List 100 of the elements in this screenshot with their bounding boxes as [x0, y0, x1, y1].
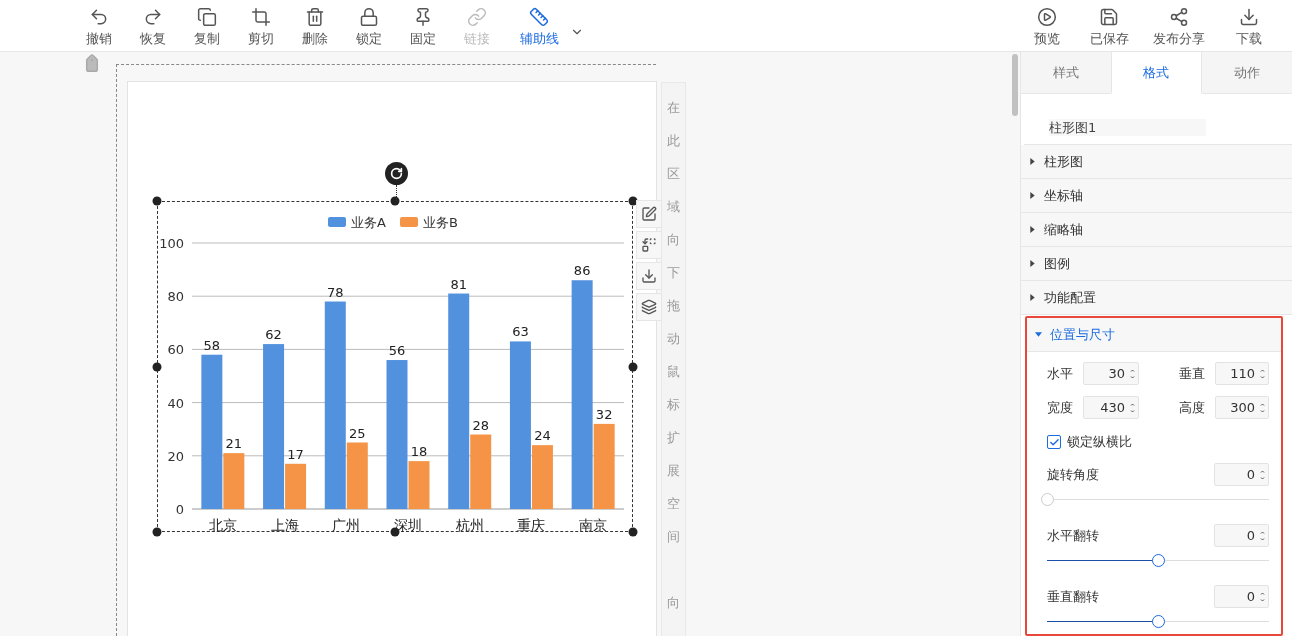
toolbar-button[interactable]: 锁定 — [342, 3, 396, 48]
play-icon — [1037, 7, 1057, 27]
save-icon — [1099, 7, 1119, 27]
field-label: 垂直 — [1179, 364, 1206, 383]
side-button[interactable] — [636, 293, 662, 321]
section-header[interactable]: 位置与尺寸 — [1027, 318, 1281, 352]
section-header[interactable]: 功能配置 — [1021, 281, 1292, 315]
number-field[interactable]: 0 — [1214, 524, 1269, 547]
download-icon — [1239, 7, 1259, 27]
data-label: 18 — [410, 444, 428, 460]
resize-handle[interactable] — [390, 196, 400, 206]
checkbox[interactable] — [1047, 435, 1061, 449]
tab[interactable]: 动作 — [1201, 52, 1292, 94]
slider-label: 水平翻转 — [1047, 526, 1099, 545]
field-label: 水平 — [1047, 364, 1074, 383]
scrollbar-thumb[interactable] — [1012, 54, 1018, 116]
link-icon — [467, 7, 487, 27]
hint-text: 向 — [667, 594, 680, 612]
legend-label: 业务B — [423, 215, 458, 230]
share-icon — [1169, 7, 1189, 27]
edit-icon — [641, 206, 657, 222]
checkbox-label: 锁定纵横比 — [1067, 433, 1132, 451]
spinner-icon — [1130, 401, 1135, 414]
triangle-icon — [1029, 294, 1036, 301]
axis-label: 北京 — [208, 517, 237, 532]
legend-label: 业务A — [351, 215, 386, 230]
toolbar-button[interactable]: 下载 — [1218, 3, 1280, 48]
trash-icon — [305, 7, 325, 27]
lock-icon — [359, 7, 379, 27]
resize-handle[interactable] — [628, 362, 638, 371]
number-field[interactable]: 0 — [1214, 585, 1269, 608]
axis-label: 重庆 — [517, 517, 546, 532]
axis-label: 南京 — [579, 517, 608, 532]
triangle-icon — [1029, 192, 1036, 199]
section-header[interactable]: 坐标轴 — [1021, 179, 1292, 213]
triangle-icon — [1029, 260, 1036, 267]
spinner-icon — [1260, 468, 1265, 481]
resize-handle[interactable] — [628, 196, 638, 206]
field-label: 高度 — [1179, 398, 1206, 417]
layers-icon — [641, 299, 657, 315]
resize-handle[interactable] — [152, 362, 162, 371]
data-label: 63 — [512, 324, 529, 340]
name-field[interactable]: 柱形图1 — [1049, 119, 1206, 136]
toolbar-button[interactable]: 已保存 — [1078, 3, 1140, 48]
axis-label: 60 — [167, 342, 184, 358]
number-field[interactable]: 30 — [1083, 362, 1139, 385]
toolbar-button[interactable]: 辅助线 — [504, 3, 574, 48]
field-label: 宽度 — [1047, 398, 1074, 417]
spinner-icon — [1260, 529, 1265, 542]
resize-handle[interactable] — [628, 527, 638, 537]
axis-label: 0 — [175, 502, 184, 517]
number-field[interactable]: 430 — [1083, 396, 1139, 419]
replace-icon — [641, 237, 657, 253]
toolbar-button[interactable]: 预览 — [1016, 3, 1078, 48]
spinner-icon — [1260, 367, 1265, 380]
axis-label: 20 — [167, 448, 184, 464]
side-button[interactable] — [636, 200, 662, 228]
ruler-icon — [529, 7, 549, 27]
data-label: 28 — [472, 417, 489, 433]
copy-icon — [197, 7, 217, 27]
resize-handle[interactable] — [152, 527, 162, 537]
toolbar-button[interactable]: 删除 — [288, 3, 342, 48]
spinner-icon — [1260, 590, 1265, 603]
data-label: 21 — [225, 436, 243, 452]
data-label: 17 — [287, 446, 304, 462]
section-header[interactable]: 图例 — [1021, 247, 1292, 281]
crop-icon — [251, 7, 271, 27]
number-field[interactable]: 110 — [1215, 362, 1269, 385]
number-field[interactable]: 0 — [1214, 463, 1269, 486]
toolbar-button[interactable]: 恢复 — [126, 3, 180, 48]
resize-handle[interactable] — [152, 196, 162, 206]
slider-thumb[interactable] — [1152, 615, 1165, 628]
section-header[interactable]: 缩略轴 — [1021, 213, 1292, 247]
data-label: 62 — [265, 327, 282, 343]
data-label: 24 — [534, 428, 551, 444]
undo-icon — [89, 7, 109, 27]
triangle-icon — [1035, 331, 1042, 338]
toolbar-button[interactable]: 固定 — [396, 3, 450, 48]
spinner-icon — [1260, 401, 1265, 414]
data-label: 32 — [595, 406, 613, 422]
data-label: 81 — [450, 276, 467, 292]
tab[interactable]: 样式 — [1021, 52, 1112, 94]
download-icon — [641, 268, 657, 284]
axis-label: 广州 — [332, 517, 361, 532]
axis-label: 40 — [167, 395, 184, 411]
toolbar-button[interactable]: 发布分享 — [1140, 3, 1218, 48]
toolbar-button[interactable]: 撤销 — [72, 3, 126, 48]
data-label: 58 — [203, 337, 221, 353]
side-button[interactable] — [636, 231, 662, 259]
number-field[interactable]: 300 — [1215, 396, 1269, 419]
data-label: 78 — [327, 284, 344, 300]
data-label: 25 — [349, 425, 366, 441]
tab[interactable]: 格式 — [1111, 52, 1202, 94]
toolbar-button[interactable]: 复制 — [180, 3, 234, 48]
slider-label: 旋转角度 — [1047, 465, 1099, 484]
triangle-icon — [1029, 226, 1036, 233]
slider-thumb[interactable] — [1152, 554, 1165, 567]
section-header[interactable]: 柱形图 — [1021, 145, 1292, 179]
side-button[interactable] — [636, 262, 662, 290]
toolbar-button[interactable]: 剪切 — [234, 3, 288, 48]
